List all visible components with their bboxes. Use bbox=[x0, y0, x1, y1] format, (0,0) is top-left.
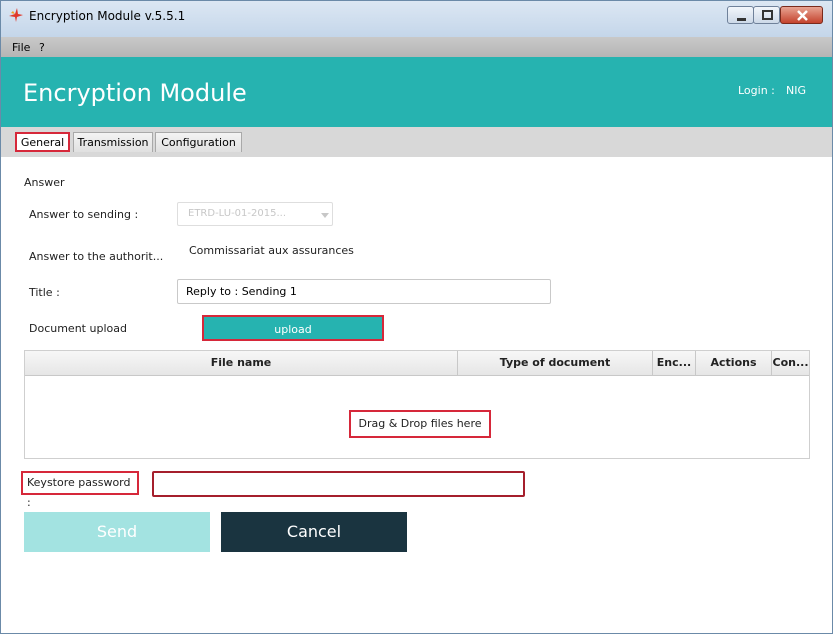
answer-to-sending-value: ETRD-LU-01-2015... bbox=[188, 208, 287, 219]
menu-bar: File ? bbox=[1, 37, 832, 57]
title-bar[interactable]: Encryption Module v.5.5.1 bbox=[1, 1, 832, 37]
app-header: Encryption Module Login : NIG bbox=[1, 57, 832, 127]
column-file-name[interactable]: File name bbox=[25, 351, 458, 375]
minimize-button[interactable] bbox=[727, 6, 754, 24]
tab-transmission[interactable]: Transmission bbox=[73, 132, 153, 152]
maximize-icon bbox=[762, 10, 773, 20]
chevron-down-icon bbox=[321, 213, 329, 218]
column-type-of-document[interactable]: Type of document bbox=[458, 351, 653, 375]
table-header: File name Type of document Enc... Action… bbox=[25, 351, 809, 376]
document-upload-label: Document upload bbox=[29, 322, 127, 335]
tab-general[interactable]: General bbox=[15, 132, 70, 152]
column-content[interactable]: Con... bbox=[772, 351, 809, 375]
column-actions[interactable]: Actions bbox=[696, 351, 772, 375]
general-panel: Answer Answer to sending : ETRD-LU-01-20… bbox=[1, 157, 832, 633]
window-title: Encryption Module v.5.5.1 bbox=[29, 9, 186, 23]
app-window: Encryption Module v.5.5.1 File ? Encrypt… bbox=[0, 0, 833, 634]
upload-button[interactable]: upload bbox=[202, 315, 384, 341]
tab-configuration[interactable]: Configuration bbox=[155, 132, 242, 152]
answer-to-authority-value: Commissariat aux assurances bbox=[189, 244, 354, 257]
menu-file[interactable]: File bbox=[12, 41, 30, 54]
answer-to-sending-label: Answer to sending : bbox=[29, 208, 139, 221]
keystore-password-label: Keystore password : bbox=[21, 471, 139, 509]
tab-bar: General Transmission Configuration bbox=[1, 127, 832, 157]
minimize-icon bbox=[737, 18, 746, 21]
cancel-button[interactable]: Cancel bbox=[221, 512, 407, 552]
send-button[interactable]: Send bbox=[24, 512, 210, 552]
answer-to-authority-label: Answer to the authorit... bbox=[29, 250, 164, 263]
section-title-answer: Answer bbox=[24, 176, 65, 189]
close-button[interactable] bbox=[780, 6, 823, 24]
close-icon bbox=[797, 10, 808, 21]
maximize-button[interactable] bbox=[753, 6, 780, 24]
login-user: NIG bbox=[786, 84, 806, 97]
drop-zone[interactable]: Drag & Drop files here bbox=[349, 410, 491, 438]
title-label: Title : bbox=[29, 286, 60, 299]
column-encrypted[interactable]: Enc... bbox=[653, 351, 696, 375]
files-table: File name Type of document Enc... Action… bbox=[24, 350, 810, 459]
app-title: Encryption Module bbox=[23, 79, 247, 107]
title-input[interactable]: Reply to : Sending 1 bbox=[177, 279, 551, 304]
login-label: Login : bbox=[738, 84, 775, 97]
app-logo-icon bbox=[9, 8, 23, 22]
menu-help[interactable]: ? bbox=[39, 41, 45, 54]
answer-to-sending-select[interactable]: ETRD-LU-01-2015... bbox=[177, 202, 333, 226]
keystore-password-input[interactable] bbox=[152, 471, 525, 497]
